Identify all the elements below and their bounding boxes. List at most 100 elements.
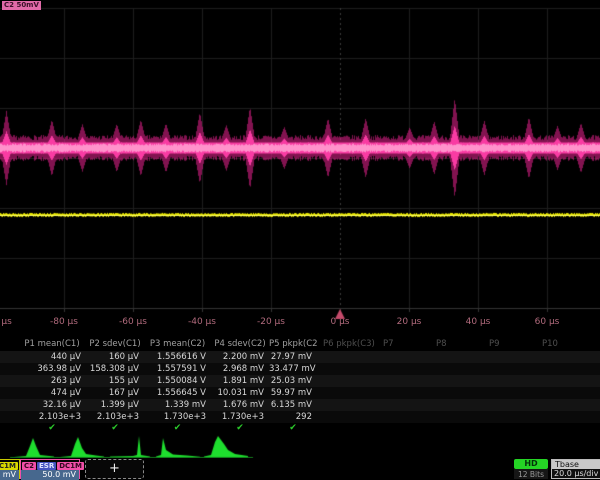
measure-value-cell: 1.556645 V <box>144 387 211 399</box>
measure-value-cell <box>483 387 536 399</box>
c1-coupling-badge: DC1M <box>0 462 18 470</box>
measure-value-cell: 440 µV <box>18 351 86 363</box>
measure-value-cell: 1.399 µV <box>86 399 144 411</box>
measure-col-header-p6[interactable]: P6 pkpk(C3) <box>317 338 377 351</box>
measure-value-cell <box>536 351 589 363</box>
measure-value-cell <box>536 411 589 423</box>
measure-value-cell <box>317 399 377 411</box>
axis-tick-label: -100 µs <box>0 317 25 327</box>
timebase-value: 20.0 µs/div <box>552 469 600 479</box>
measure-col-header-p2[interactable]: P2 sdev(C1) <box>86 338 144 351</box>
axis-tick-label: 0 µs <box>310 317 370 327</box>
measure-value-cell: 2.200 mV <box>211 351 269 363</box>
timebase-label: Tbase <box>552 460 600 469</box>
measure-value-cell <box>483 375 536 387</box>
measure-value-cell: 59.97 mV <box>269 387 317 399</box>
measure-value-cell: 167 µV <box>86 387 144 399</box>
axis-tick-label: -20 µs <box>241 317 301 327</box>
add-channel-button[interactable]: + <box>85 459 144 479</box>
measure-value-cell <box>430 411 483 423</box>
measure-value-cell <box>536 375 589 387</box>
measure-value-cell: 158.308 µV <box>86 363 144 375</box>
c1-scale-value: 10.0 mV <box>0 470 19 480</box>
measure-value-cell <box>377 375 430 387</box>
waveform-grid[interactable] <box>0 0 600 332</box>
measure-col-header-p10[interactable]: P10 <box>536 338 589 351</box>
measure-value-cell: 32.16 µV <box>18 399 86 411</box>
measure-col-header-p8[interactable]: P8 <box>430 338 483 351</box>
measure-value-cell <box>317 387 377 399</box>
hd-bits-label: 12 Bits <box>514 469 548 479</box>
measure-value-cell: 6.135 mV <box>269 399 317 411</box>
measure-value-cell: 1.556616 V <box>144 351 211 363</box>
measure-value-cell <box>317 351 377 363</box>
measure-value-cell <box>536 399 589 411</box>
measure-value-cell: 2.103e+3 <box>18 411 86 423</box>
measure-value-cell <box>317 375 377 387</box>
axis-tick-label: 20 µs <box>379 317 439 327</box>
measure-value-cell <box>483 351 536 363</box>
measure-col-header-p1[interactable]: P1 mean(C1) <box>18 338 86 351</box>
measure-value-cell: 10.031 mV <box>211 387 269 399</box>
timebase-descriptor[interactable]: Tbase 20.0 µs/div <box>551 459 600 479</box>
measure-value-cell: 1.730e+3 <box>211 411 269 423</box>
c2-coupling-badge: DC1M <box>57 462 84 470</box>
measure-value-cell <box>430 387 483 399</box>
measure-value-cell: 1.339 mV <box>144 399 211 411</box>
axis-tick-label: 40 µs <box>448 317 508 327</box>
measure-value-cell: 363.98 µV <box>18 363 86 375</box>
hd-mode-badge: HD <box>514 459 548 469</box>
axis-tick-label: -60 µs <box>103 317 163 327</box>
measure-value-cell <box>430 375 483 387</box>
measure-value-cell <box>536 363 589 375</box>
measure-value-cell: 474 µV <box>18 387 86 399</box>
measure-value-cell: 292 <box>269 411 317 423</box>
measure-value-cell <box>377 399 430 411</box>
measure-col-header-p7[interactable]: P7 <box>377 338 430 351</box>
measure-col-header-p4[interactable]: P4 sdev(C2) <box>211 338 269 351</box>
histicon-canvas <box>0 433 600 460</box>
measurement-histicons <box>0 433 600 460</box>
measure-col-header-p9[interactable]: P9 <box>483 338 536 351</box>
measure-value-cell: 25.03 mV <box>269 375 317 387</box>
measure-col-header-p3[interactable]: P3 mean(C2) <box>144 338 211 351</box>
channel-c2-descriptor[interactable]: C2 ESR DC1M 50.0 mV <box>20 459 80 479</box>
measure-value-cell <box>317 363 377 375</box>
c2-name-badge: C2 <box>22 462 36 470</box>
measure-col-header-p5[interactable]: P5 pkpk(C2) <box>269 338 317 351</box>
time-axis: -100 µs -80 µs -60 µs -40 µs -20 µs 0 µs 20 µs… <box>0 317 600 333</box>
measure-value-cell <box>430 399 483 411</box>
measure-value-cell <box>430 351 483 363</box>
axis-tick-label: 60 µs <box>517 317 577 327</box>
measure-value-cell: 155 µV <box>86 375 144 387</box>
measure-value-cell <box>377 363 430 375</box>
measure-value-cell <box>377 351 430 363</box>
descriptor-bar: DC1M 10.0 mV C2 ESR DC1M 50.0 mV + HD 12… <box>0 458 600 480</box>
active-trace-badge[interactable]: C2 50mV <box>2 1 41 10</box>
measure-value-cell: 33.477 mV <box>269 363 317 375</box>
measure-value-cell <box>430 363 483 375</box>
measure-value-cell: 1.891 mV <box>211 375 269 387</box>
measure-value-cell <box>377 411 430 423</box>
measure-value-cell: 1.676 mV <box>211 399 269 411</box>
channel-c1-descriptor[interactable]: DC1M 10.0 mV <box>0 459 20 479</box>
oscilloscope-screen: C2 50mV -100 µs -80 µs -60 µs -40 µs -20 µs 0… <box>0 0 600 480</box>
acquisition-mode[interactable]: HD 12 Bits <box>514 459 548 479</box>
axis-tick-label: -80 µs <box>34 317 94 327</box>
measure-value-cell: 160 µV <box>86 351 144 363</box>
measure-value-cell <box>536 387 589 399</box>
measure-value-cell <box>483 399 536 411</box>
c2-scale-value: 50.0 mV <box>21 470 79 480</box>
measure-value-cell <box>317 411 377 423</box>
measure-value-cell <box>483 363 536 375</box>
measure-value-cell: 1.557591 V <box>144 363 211 375</box>
axis-tick-label: -40 µs <box>172 317 232 327</box>
measure-value-cell <box>483 411 536 423</box>
measure-value-cell: 1.730e+3 <box>144 411 211 423</box>
c2-esr-badge: ESR <box>37 462 56 470</box>
measure-value-cell: 2.103e+3 <box>86 411 144 423</box>
measure-value-cell: 263 µV <box>18 375 86 387</box>
measure-value-cell: 2.968 mV <box>211 363 269 375</box>
measure-value-cell: 1.550084 V <box>144 375 211 387</box>
measure-value-cell: 27.97 mV <box>269 351 317 363</box>
